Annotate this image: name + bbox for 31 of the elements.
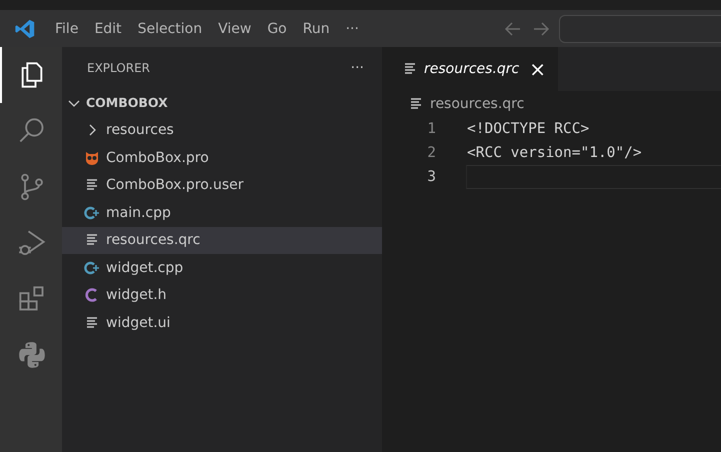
close-button[interactable]: × [529, 59, 546, 79]
breadcrumb[interactable]: resources.qrc [430, 96, 524, 112]
file-tree-item[interactable]: main.cpp [62, 199, 382, 226]
menu-item[interactable]: Run [294, 20, 338, 36]
panel-title: EXPLORER [87, 61, 150, 75]
menu-item[interactable]: ··· [338, 20, 367, 36]
menu-item[interactable]: File [47, 20, 86, 36]
file-tree-item[interactable]: widget.ui [62, 309, 382, 336]
editor-tab[interactable]: resources.qrc × [382, 47, 558, 91]
menu-item[interactable]: View [210, 20, 260, 36]
code-line: <RCC version="1.0"/> [466, 144, 643, 163]
folder-name: COMBOBOX [86, 95, 168, 110]
menu-item[interactable]: Selection [130, 20, 210, 36]
file-tree-item[interactable]: ComboBox.pro [62, 144, 382, 172]
file-tree-item[interactable]: resources.qrc [62, 226, 382, 254]
line-number: 2 [426, 145, 437, 161]
menu-item[interactable]: Go [259, 20, 295, 36]
line-number: 3 [426, 169, 437, 185]
file-tree-item[interactable]: widget.h [62, 282, 382, 309]
logo-icon [14, 18, 36, 40]
code-line: <!DOCTYPE RCC> [466, 120, 590, 139]
file-tree-item[interactable]: widget.cpp [62, 254, 382, 282]
file-tree-item[interactable]: ComboBox.pro.user [62, 172, 382, 199]
folder-row[interactable]: COMBOBOX [62, 89, 382, 116]
menu-item[interactable]: Edit [86, 20, 130, 36]
file-tree-item[interactable]: resources [62, 116, 382, 144]
cpp-file-icon [84, 204, 100, 221]
line-number: 1 [426, 121, 437, 137]
more-actions-button[interactable]: ··· [350, 60, 364, 76]
command-search-field[interactable] [559, 14, 721, 42]
cpp-file-icon [84, 260, 100, 276]
